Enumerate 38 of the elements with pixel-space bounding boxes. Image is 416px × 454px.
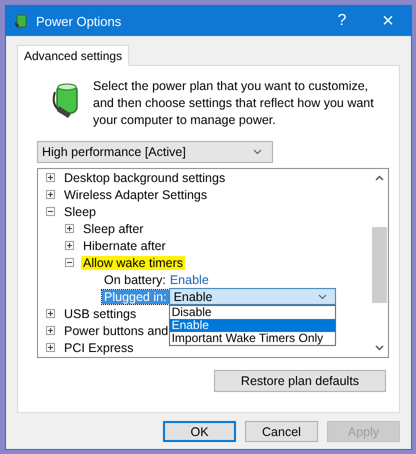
expand-icon[interactable] bbox=[46, 173, 55, 182]
dropdown-option[interactable]: Disable bbox=[170, 306, 335, 319]
scroll-up-icon[interactable] bbox=[375, 175, 384, 181]
scroll-down-icon[interactable] bbox=[375, 345, 384, 351]
setting-label[interactable]: On battery: bbox=[102, 272, 168, 286]
chevron-down-icon bbox=[318, 294, 327, 300]
tree-item[interactable]: Wireless Adapter Settings bbox=[62, 188, 210, 202]
value-dropdown[interactable]: Enable bbox=[168, 288, 336, 305]
description-text: Select the power plan that you want to customize, and then choose settings that reflect how you want your computer to manage power. bbox=[93, 78, 375, 129]
expand-icon[interactable] bbox=[65, 241, 74, 250]
dialog-button[interactable]: Cancel bbox=[245, 421, 318, 442]
tree-item[interactable]: Allow wake timers bbox=[81, 256, 186, 270]
expand-icon[interactable] bbox=[46, 309, 55, 318]
tree-item[interactable]: Sleep bbox=[62, 204, 98, 218]
chevron-down-icon bbox=[253, 149, 262, 155]
close-button[interactable]: × bbox=[365, 10, 411, 32]
dropdown-option[interactable]: Important Wake Timers Only bbox=[170, 332, 335, 345]
expand-icon[interactable] bbox=[46, 326, 55, 335]
expand-icon[interactable] bbox=[46, 190, 55, 199]
scrollbar-thumb[interactable] bbox=[372, 227, 387, 303]
plan-dropdown[interactable]: High performance [Active] bbox=[37, 141, 273, 163]
tree-item[interactable]: Power buttons and bbox=[62, 324, 170, 338]
help-button[interactable]: ? bbox=[319, 12, 365, 30]
window-title: Power Options bbox=[36, 14, 122, 28]
tree-item[interactable]: Desktop background settings bbox=[62, 170, 228, 184]
tree-item[interactable]: Hibernate after bbox=[81, 238, 168, 252]
collapse-icon[interactable] bbox=[65, 258, 74, 267]
tab[interactable]: Advanced settings bbox=[17, 45, 130, 66]
restore-defaults-button[interactable]: Restore plan defaults bbox=[214, 370, 386, 392]
setting-value-link[interactable]: Enable bbox=[170, 272, 209, 286]
expand-icon[interactable] bbox=[46, 343, 55, 352]
collapse-icon[interactable] bbox=[46, 207, 55, 216]
dropdown-option[interactable]: Enable bbox=[170, 319, 335, 332]
expand-icon[interactable] bbox=[65, 224, 74, 233]
tree-item[interactable]: USB settings bbox=[62, 306, 138, 320]
dialog-button[interactable]: OK bbox=[163, 421, 236, 442]
tree-item[interactable]: PCI Express bbox=[62, 340, 136, 354]
tree-item[interactable]: Sleep after bbox=[81, 222, 146, 236]
